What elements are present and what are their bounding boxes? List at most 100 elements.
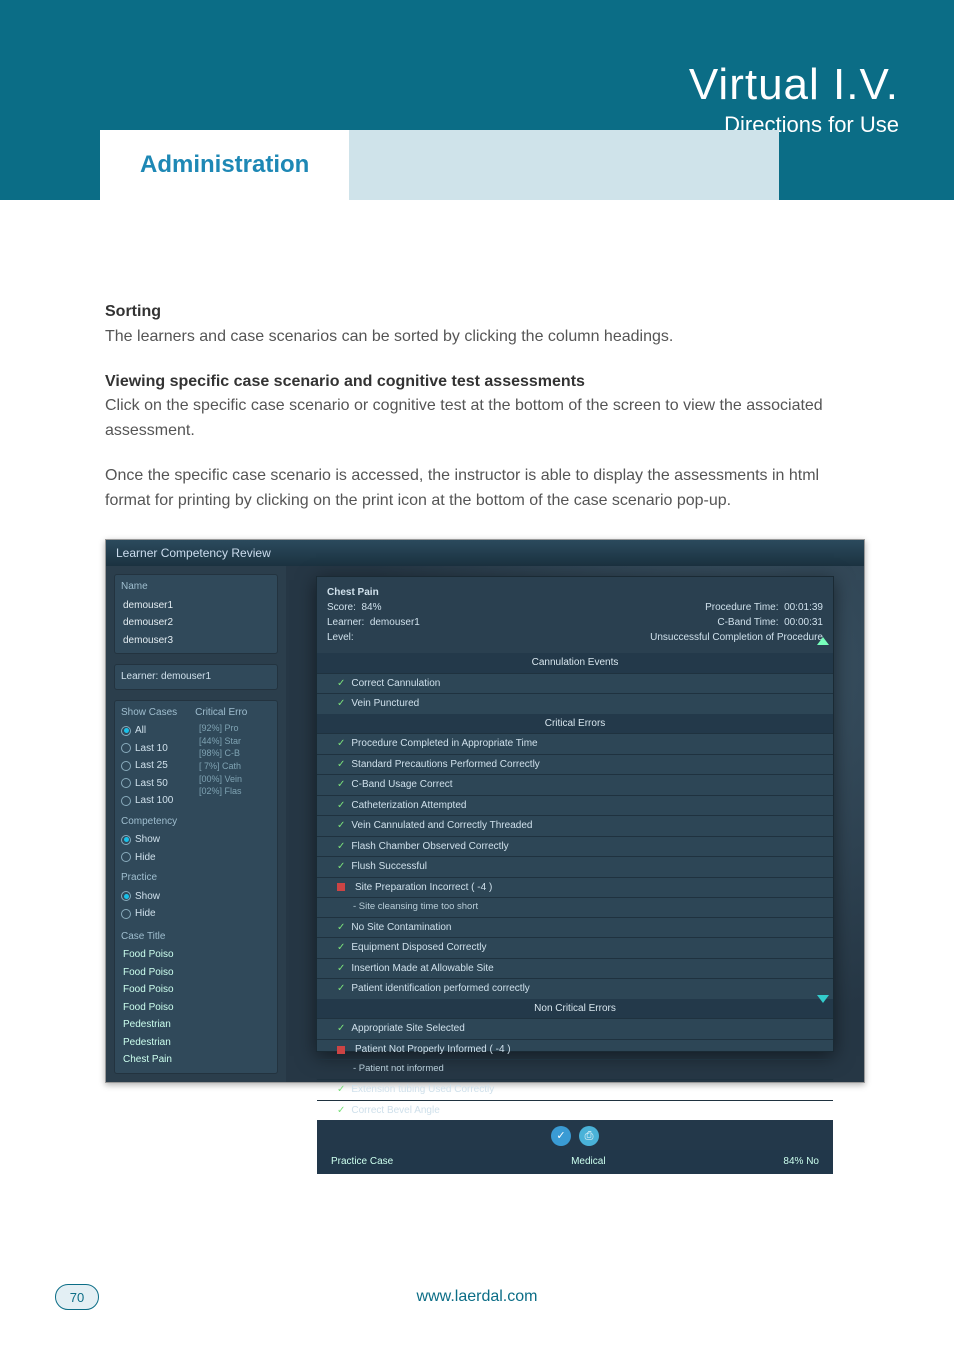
noncritical-row: ✓ Correct Bevel Angle xyxy=(317,1100,833,1121)
row-text: Procedure Completed in Appropriate Time xyxy=(351,736,537,752)
critical-row: ✓Standard Precautions Performed Correctl… xyxy=(317,754,833,775)
tab-administration: Administration xyxy=(100,130,349,200)
print-button[interactable]: ⎙ xyxy=(579,1126,599,1146)
noncritical-row: ✓ Extension tubing Used Correctly xyxy=(317,1079,833,1100)
score-value: 84% xyxy=(361,602,381,613)
noncritical-row: Patient Not Properly Informed ( -4 ) xyxy=(317,1039,833,1060)
cases-filter-option[interactable]: Last 50 xyxy=(121,775,191,793)
ok-button[interactable]: ✓ xyxy=(551,1126,571,1146)
show-cases-panel: Show Cases Critical Erro AllLast 10Last … xyxy=(114,700,278,1074)
learner-sel-value: demouser1 xyxy=(161,671,211,682)
critical-row: ✓Flash Chamber Observed Correctly xyxy=(317,836,833,857)
check-icon: ✓ xyxy=(337,920,345,936)
score-label: Score: xyxy=(327,602,356,613)
scroll-up-icon[interactable] xyxy=(817,637,829,645)
doc-title: Virtual I.V. xyxy=(689,60,899,110)
stat-line: [44%] Star xyxy=(199,735,242,748)
critical-row: Site Preparation Incorrect ( -4 ) xyxy=(317,877,833,898)
case-item[interactable]: Chest Pain xyxy=(121,1051,271,1069)
cases-filter-option[interactable]: Last 100 xyxy=(121,792,191,810)
critical-row: ✓ Equipment Disposed Correctly xyxy=(317,937,833,958)
learner-item[interactable]: demouser2 xyxy=(121,614,271,632)
check-icon: ✓ xyxy=(337,818,345,834)
cband-value: 00:00:31 xyxy=(784,617,823,628)
competency-option[interactable]: Show xyxy=(121,831,271,849)
cases-filter-option[interactable]: Last 10 xyxy=(121,740,191,758)
popup-title: Chest Pain xyxy=(327,585,420,600)
check-icon: ✓ xyxy=(337,961,345,977)
row-text: Appropriate Site Selected xyxy=(351,1021,464,1037)
check-icon: ✓ xyxy=(337,777,345,793)
row-text: Flush Successful xyxy=(351,859,427,875)
check-icon: ✓ xyxy=(337,736,345,752)
critical-row: ✓Flush Successful xyxy=(317,856,833,877)
check-icon: ✓ xyxy=(337,981,345,997)
critical-row: ✓ Patient identification performed correc… xyxy=(317,978,833,999)
popup-header: Chest Pain Score: 84% Learner: demouser1… xyxy=(317,577,833,653)
cannulation-row: ✓Correct Cannulation xyxy=(317,673,833,694)
case-item[interactable]: Food Poiso xyxy=(121,946,271,964)
case-popup: Chest Pain Score: 84% Learner: demouser1… xyxy=(316,576,834,1052)
critical-row: ✓ C-Band Usage Correct xyxy=(317,774,833,795)
practice-option[interactable]: Hide xyxy=(121,905,271,923)
main-area: Chest Pain Score: 84% Learner: demouser1… xyxy=(286,566,864,1082)
row-text: Insertion Made at Allowable Site xyxy=(351,961,493,977)
row-text: Correct Bevel Angle xyxy=(351,1103,439,1119)
check-icon: ✓ xyxy=(337,1082,345,1098)
stat-line: [98%] C-B xyxy=(199,747,242,760)
section-noncritical: Non Critical Errors xyxy=(317,999,833,1019)
row-text: No Site Contamination xyxy=(351,920,451,936)
learner-item[interactable]: demouser3 xyxy=(121,632,271,650)
error-icon xyxy=(337,1046,345,1054)
stat-line: [00%] Vein xyxy=(199,773,242,786)
learner-selected: Learner: demouser1 xyxy=(114,664,278,690)
check-icon: ✓ xyxy=(337,676,345,692)
cband-label: C-Band Time: xyxy=(717,617,778,628)
learner-list-panel: Name demouser1demouser2demouser3 xyxy=(114,574,278,654)
case-item[interactable]: Food Poiso xyxy=(121,981,271,999)
stat-line: [92%] Pro xyxy=(199,722,242,735)
show-cases-label: Show Cases xyxy=(121,705,177,721)
row-text: Vein Punctured xyxy=(351,696,419,712)
case-item[interactable]: Pedestrian xyxy=(121,1034,271,1052)
footer-left: Practice Case xyxy=(331,1154,393,1170)
level-label: Level: xyxy=(327,630,420,645)
check-icon: ✓ xyxy=(337,696,345,712)
practice-option[interactable]: Show xyxy=(121,888,271,906)
sub-row: - Patient not informed xyxy=(317,1059,833,1079)
noncritical-row: ✓Appropriate Site Selected xyxy=(317,1018,833,1039)
row-text: Patient identification performed correct… xyxy=(351,981,529,997)
row-text: Flash Chamber Observed Correctly xyxy=(351,839,508,855)
cases-filter-option[interactable]: Last 25 xyxy=(121,757,191,775)
competency-option[interactable]: Hide xyxy=(121,849,271,867)
case-item[interactable]: Food Poiso xyxy=(121,964,271,982)
case-item[interactable]: Pedestrian xyxy=(121,1016,271,1034)
competency-label: Competency xyxy=(121,814,271,830)
critical-row: ✓ Procedure Completed in Appropriate Time xyxy=(317,733,833,754)
critical-row: ✓ Insertion Made at Allowable Site xyxy=(317,958,833,979)
stat-line: [02%] Flas xyxy=(199,785,242,798)
check-icon: ✓ xyxy=(337,757,345,773)
error-icon xyxy=(337,883,345,891)
case-item[interactable]: Food Poiso xyxy=(121,999,271,1017)
cases-filter-option[interactable]: All xyxy=(121,722,191,740)
sub-row: - Site cleansing time too short xyxy=(317,897,833,917)
row-text: Extension tubing Used Correctly xyxy=(351,1082,494,1098)
row-text: Catheterization Attempted xyxy=(351,798,466,814)
scroll-down-icon[interactable] xyxy=(817,995,829,1003)
row-text: Vein Cannulated and Correctly Threaded xyxy=(351,818,532,834)
learner-item[interactable]: demouser1 xyxy=(121,597,271,615)
check-icon: ✓ xyxy=(337,1103,345,1119)
heading-sorting: Sorting xyxy=(105,303,161,320)
footer-url: www.laerdal.com xyxy=(0,1288,954,1306)
learner-sel-label: Learner: xyxy=(121,671,158,682)
heading-view: Viewing specific case scenario and cogni… xyxy=(105,373,585,390)
check-icon: ✓ xyxy=(337,940,345,956)
left-panel: Name demouser1demouser2demouser3 Learner… xyxy=(106,566,286,1082)
row-text: Site Preparation Incorrect ( -4 ) xyxy=(355,880,492,896)
page-body: Sorting The learners and case scenarios … xyxy=(0,200,954,1123)
row-text: C-Band Usage Correct xyxy=(351,777,452,793)
popup-learner-value: demouser1 xyxy=(370,617,420,628)
para-sorting: The learners and case scenarios can be s… xyxy=(105,328,673,345)
row-text: Equipment Disposed Correctly xyxy=(351,940,486,956)
